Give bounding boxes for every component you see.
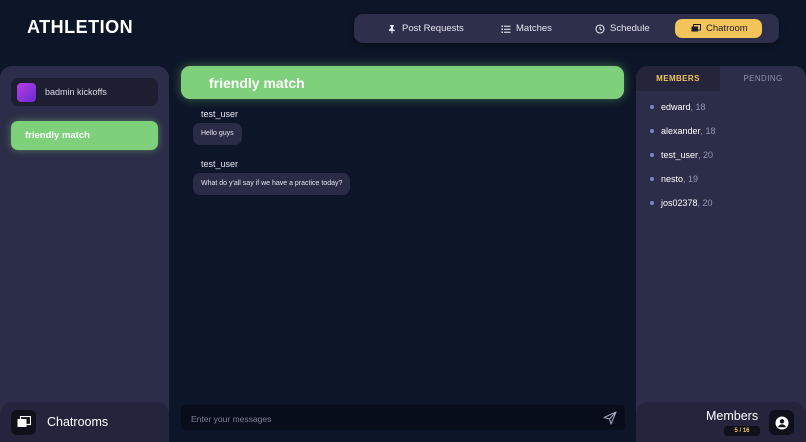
message-input[interactable] (189, 409, 593, 428)
chatrooms-icon[interactable] (11, 409, 36, 435)
nav-schedule[interactable]: Schedule (595, 19, 650, 38)
chatroom-label: friendly match (25, 130, 90, 141)
nav-label: Schedule (610, 23, 650, 34)
members-footer-label: Members (706, 409, 759, 423)
member-name: jos02378 (661, 198, 698, 208)
message-bubble: Hello guys (193, 123, 242, 145)
members-footer: Members 5 / 16 (636, 402, 806, 442)
bullet-icon (650, 153, 654, 157)
member-age: , 18 (690, 102, 706, 112)
member-age: , 18 (700, 126, 716, 136)
chat-title: friendly match (209, 74, 305, 91)
tab-members[interactable]: MEMBERS (636, 66, 720, 91)
nav-matches[interactable]: Matches (501, 19, 552, 38)
user-icon[interactable] (769, 410, 794, 435)
chatroom-avatar (17, 82, 36, 102)
main-nav: Post Requests Matches Schedule Chatroom (354, 14, 779, 43)
pin-icon (387, 24, 397, 34)
member-count-badge: 5 / 16 (724, 426, 760, 436)
message-author: test_user (201, 109, 239, 119)
member-name: nesto (661, 174, 684, 184)
member-item[interactable]: nesto, 19 (650, 174, 698, 184)
message-bubble: What do y'all say if we have a practice … (193, 173, 351, 195)
member-age: , 20 (698, 150, 714, 160)
member-name: edward (661, 102, 691, 112)
member-age: , 20 (697, 198, 713, 208)
app-logo: ATHLETION (27, 17, 134, 37)
bullet-icon (650, 129, 654, 133)
member-item[interactable]: jos02378, 20 (650, 198, 713, 208)
bullet-icon (650, 201, 654, 205)
chatrooms-footer: Chatrooms (0, 402, 169, 442)
top-bar: ATHLETION Post Requests Matches Schedule… (0, 0, 806, 58)
clock-icon (595, 23, 605, 34)
member-item[interactable]: test_user, 20 (650, 150, 713, 160)
send-icon[interactable] (603, 411, 617, 425)
members-panel: MEMBERS PENDING edward, 18 alexander, 18… (636, 66, 806, 442)
member-age: , 19 (683, 174, 699, 184)
chatrooms-footer-label: Chatrooms (47, 415, 109, 429)
chat-header: friendly match (181, 66, 624, 99)
nav-label: Matches (516, 23, 552, 34)
chatroom-list: badmin kickoffs friendly match (0, 66, 169, 442)
chat-panel: friendly match test_user Hello guys test… (170, 58, 635, 442)
bullet-icon (650, 105, 654, 109)
bullet-icon (650, 177, 654, 181)
nav-chatroom[interactable]: Chatroom (675, 19, 762, 38)
chatroom-label: badmin kickoffs (45, 87, 107, 97)
member-name: alexander (661, 126, 701, 136)
nav-post-requests[interactable]: Post Requests (387, 19, 464, 38)
members-tabs: MEMBERS PENDING (636, 66, 806, 91)
nav-label: Post Requests (402, 23, 464, 34)
member-item[interactable]: edward, 18 (650, 102, 706, 112)
message-input-bar (181, 405, 625, 430)
tab-pending[interactable]: PENDING (720, 66, 806, 91)
list-icon (501, 24, 511, 34)
member-item[interactable]: alexander, 18 (650, 126, 716, 136)
chatroom-item-badmin-kickoffs[interactable]: badmin kickoffs (11, 78, 158, 106)
nav-label: Chatroom (706, 23, 748, 34)
member-name: test_user (661, 150, 699, 160)
chat-icon (691, 23, 701, 34)
chatroom-item-friendly-match[interactable]: friendly match (11, 121, 158, 150)
message-author: test_user (201, 159, 239, 169)
